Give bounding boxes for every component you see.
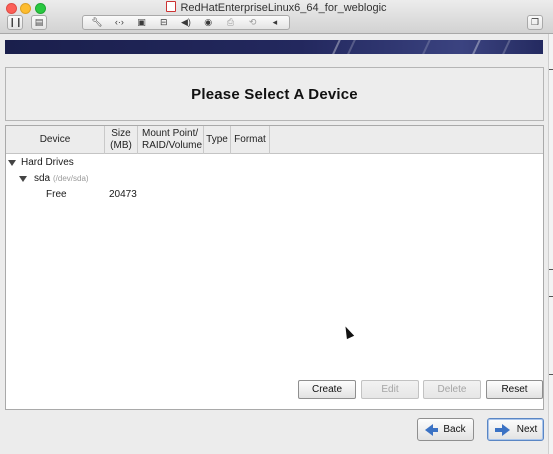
delete-button[interactable]: Delete <box>423 380 481 399</box>
reset-button[interactable]: Reset <box>486 380 543 399</box>
next-button[interactable]: Next <box>487 418 544 441</box>
snapshot-button[interactable]: ▤ <box>31 15 47 30</box>
printer-icon[interactable]: ⎙ <box>223 16 237 29</box>
column-size-label: Size <box>111 128 131 139</box>
edit-button[interactable]: Edit <box>361 380 419 399</box>
camera-icon[interactable]: ◉ <box>201 16 215 29</box>
window-title: RedHatEnterpriseLinux6_64_for_weblogic <box>0 1 553 15</box>
host-desktop-edge <box>548 34 553 454</box>
hard-drive-icon[interactable]: ⊟ <box>157 16 171 29</box>
page-header: Please Select A Device <box>5 67 544 121</box>
column-size[interactable]: Size (MB) <box>105 126 138 154</box>
column-mount-label: Mount Point/ <box>142 128 199 139</box>
free-size: 20473 <box>109 189 137 200</box>
tree-row-sda[interactable]: sda (/dev/sda) <box>6 171 543 187</box>
column-device-label: Device <box>39 134 71 145</box>
create-button-label: Create <box>311 384 342 395</box>
window-title-text: RedHatEnterpriseLinux6_64_for_weblogic <box>180 2 387 14</box>
page-title: Please Select A Device <box>191 85 358 103</box>
delete-button-label: Delete <box>437 384 467 395</box>
installer-banner <box>5 40 543 54</box>
column-raid-label: RAID/Volume <box>142 140 203 151</box>
column-format-label: Format <box>234 134 266 145</box>
next-arrow-icon <box>494 423 510 436</box>
chevron-left-icon[interactable]: ◂ <box>268 16 282 29</box>
back-button-label: Back <box>443 424 466 435</box>
wrench-icon[interactable]: 🔧︎ <box>90 16 104 29</box>
disk-path: (/dev/sda) <box>53 174 89 183</box>
next-button-label: Next <box>516 424 538 435</box>
vm-device-toolbar: 🔧︎ ‹·› ▣ ⊟ ◀︎) ◉ ⎙ ⟲ ◂ <box>82 15 290 30</box>
back-arrow-icon <box>425 423 439 436</box>
window-titlebar: RedHatEnterpriseLinux6_64_for_weblogic ❙… <box>0 0 553 34</box>
edit-button-label: Edit <box>381 384 399 395</box>
column-mount-point[interactable]: Mount Point/ RAID/Volume <box>138 126 204 154</box>
back-button[interactable]: Back <box>417 418 474 441</box>
pause-button[interactable]: ❙❙ <box>7 15 23 30</box>
free-label: Free <box>46 189 67 200</box>
pause-icon: ❙❙ <box>8 17 22 27</box>
column-device[interactable]: Device <box>6 126 105 154</box>
expander-down-icon[interactable] <box>19 176 27 182</box>
tree-row-free[interactable]: Free 20473 <box>6 187 543 203</box>
column-type[interactable]: Type <box>204 126 231 154</box>
guest-screen: Please Select A Device Device Size (MB) … <box>0 34 548 454</box>
hard-drives-label: Hard Drives <box>21 157 74 168</box>
code-brackets-icon[interactable]: ‹·› <box>112 16 126 29</box>
speaker-icon[interactable]: ◀︎) <box>179 16 193 29</box>
device-tree[interactable]: Device Size (MB) Mount Point/ RAID/Volum… <box>5 125 544 410</box>
column-size-unit: (MB) <box>110 140 132 151</box>
column-header-row: Device Size (MB) Mount Point/ RAID/Volum… <box>6 126 543 154</box>
tree-row-hard-drives[interactable]: Hard Drives <box>6 155 543 171</box>
expander-down-icon[interactable] <box>8 160 16 166</box>
snapshot-icon: ▤ <box>34 17 44 27</box>
usb-icon[interactable]: ⟲ <box>246 16 260 29</box>
column-type-label: Type <box>206 134 228 145</box>
fullscreen-button[interactable]: ❐ <box>527 15 543 30</box>
disk-icon[interactable]: ▣ <box>135 16 149 29</box>
column-format[interactable]: Format <box>231 126 270 154</box>
disk-name: sda <box>34 173 51 184</box>
create-button[interactable]: Create <box>298 380 356 399</box>
fullscreen-icon: ❐ <box>530 17 540 27</box>
reset-button-label: Reset <box>501 384 528 395</box>
vm-icon <box>166 1 177 12</box>
